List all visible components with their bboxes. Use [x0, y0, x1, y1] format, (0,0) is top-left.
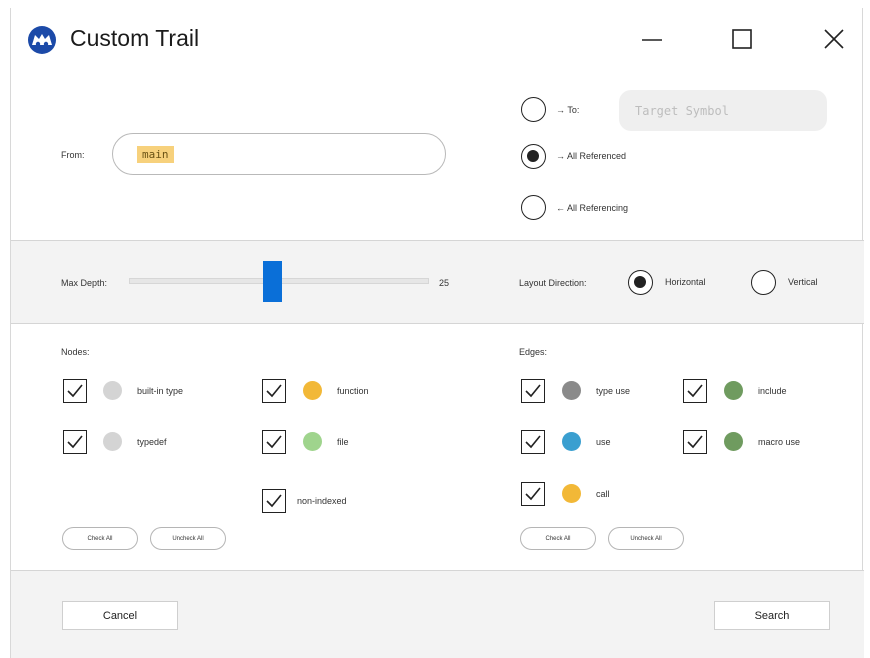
cancel-button[interactable]: Cancel	[62, 601, 178, 630]
nodes-label: Nodes:	[61, 347, 90, 357]
minimize-icon	[642, 39, 662, 41]
color-swatch-type-use	[562, 381, 581, 400]
radio-horizontal[interactable]	[628, 270, 653, 295]
checkbox-edge-include[interactable]	[683, 379, 707, 403]
app-logo-icon	[28, 26, 56, 54]
checkbox-node-builtin-type[interactable]	[63, 379, 87, 403]
node-non-indexed-label: non-indexed	[297, 496, 347, 506]
max-depth-slider-thumb[interactable]	[263, 261, 282, 302]
checkbox-edge-use[interactable]	[521, 430, 545, 454]
custom-trail-dialog: Custom Trail From: main → To: → All Refe…	[10, 8, 864, 658]
radio-all-referencing[interactable]	[521, 195, 546, 220]
checkmark-icon	[266, 435, 282, 449]
color-swatch-file	[303, 432, 322, 451]
checkbox-node-non-indexed[interactable]	[262, 489, 286, 513]
checkbox-node-function[interactable]	[262, 379, 286, 403]
radio-vertical-label: Vertical	[788, 277, 818, 287]
close-icon	[824, 29, 844, 49]
checkmark-icon	[266, 494, 282, 508]
radio-horizontal-label: Horizontal	[665, 277, 706, 287]
checkbox-edge-macro-use[interactable]	[683, 430, 707, 454]
checkmark-icon	[687, 435, 703, 449]
from-label: From:	[61, 150, 85, 160]
nodes-check-all-button[interactable]: Check All	[62, 527, 138, 550]
edge-type-use-label: type use	[596, 386, 631, 396]
window-title: Custom Trail	[70, 25, 200, 51]
radio-all-referenced[interactable]	[521, 144, 546, 169]
node-function-label: function	[337, 386, 369, 396]
checkmark-icon	[687, 384, 703, 398]
search-button[interactable]: Search	[714, 601, 830, 630]
checkbox-node-typedef[interactable]	[63, 430, 87, 454]
checkmark-icon	[266, 384, 282, 398]
color-swatch-typedef	[103, 432, 122, 451]
edge-call-label: call	[596, 489, 610, 499]
color-swatch-builtin-type	[103, 381, 122, 400]
radio-to-label: → To:	[556, 105, 580, 115]
checkmark-icon	[525, 487, 541, 501]
radio-all-referenced-label: → All Referenced	[556, 151, 627, 161]
edge-use-label: use	[596, 437, 611, 447]
max-depth-label: Max Depth:	[61, 278, 108, 288]
maximize-button[interactable]	[719, 22, 765, 56]
color-swatch-include	[724, 381, 743, 400]
edge-include-label: include	[758, 386, 787, 396]
checkmark-icon	[67, 435, 83, 449]
color-swatch-macro-use	[724, 432, 743, 451]
nodes-uncheck-all-button[interactable]: Uncheck All	[150, 527, 226, 550]
node-builtin-type-label: built-in type	[137, 386, 184, 396]
color-swatch-function	[303, 381, 322, 400]
radio-all-referencing-label: ← All Referencing	[556, 203, 629, 213]
from-input[interactable]: main	[112, 133, 446, 175]
checkbox-edge-type-use[interactable]	[521, 379, 545, 403]
color-swatch-use	[562, 432, 581, 451]
checkbox-edge-call[interactable]	[521, 482, 545, 506]
radio-vertical[interactable]	[751, 270, 776, 295]
checkmark-icon	[67, 384, 83, 398]
checkmark-icon	[525, 384, 541, 398]
node-typedef-label: typedef	[137, 437, 167, 447]
title-bar[interactable]: Custom Trail	[11, 8, 864, 70]
radio-to[interactable]	[521, 97, 546, 122]
color-swatch-call	[562, 484, 581, 503]
target-symbol-input[interactable]	[619, 90, 827, 131]
close-button[interactable]	[811, 22, 857, 56]
layout-direction-label: Layout Direction:	[519, 278, 587, 288]
max-depth-value: 25	[439, 278, 450, 288]
from-value-token: main	[137, 146, 174, 163]
minimize-button[interactable]	[629, 22, 675, 56]
edges-uncheck-all-button[interactable]: Uncheck All	[608, 527, 684, 550]
edges-check-all-button[interactable]: Check All	[520, 527, 596, 550]
checkmark-icon	[525, 435, 541, 449]
node-file-label: file	[337, 437, 349, 447]
maximize-icon	[732, 29, 752, 49]
edge-macro-use-label: macro use	[758, 437, 801, 447]
edges-label: Edges:	[519, 347, 548, 357]
checkbox-node-file[interactable]	[262, 430, 286, 454]
